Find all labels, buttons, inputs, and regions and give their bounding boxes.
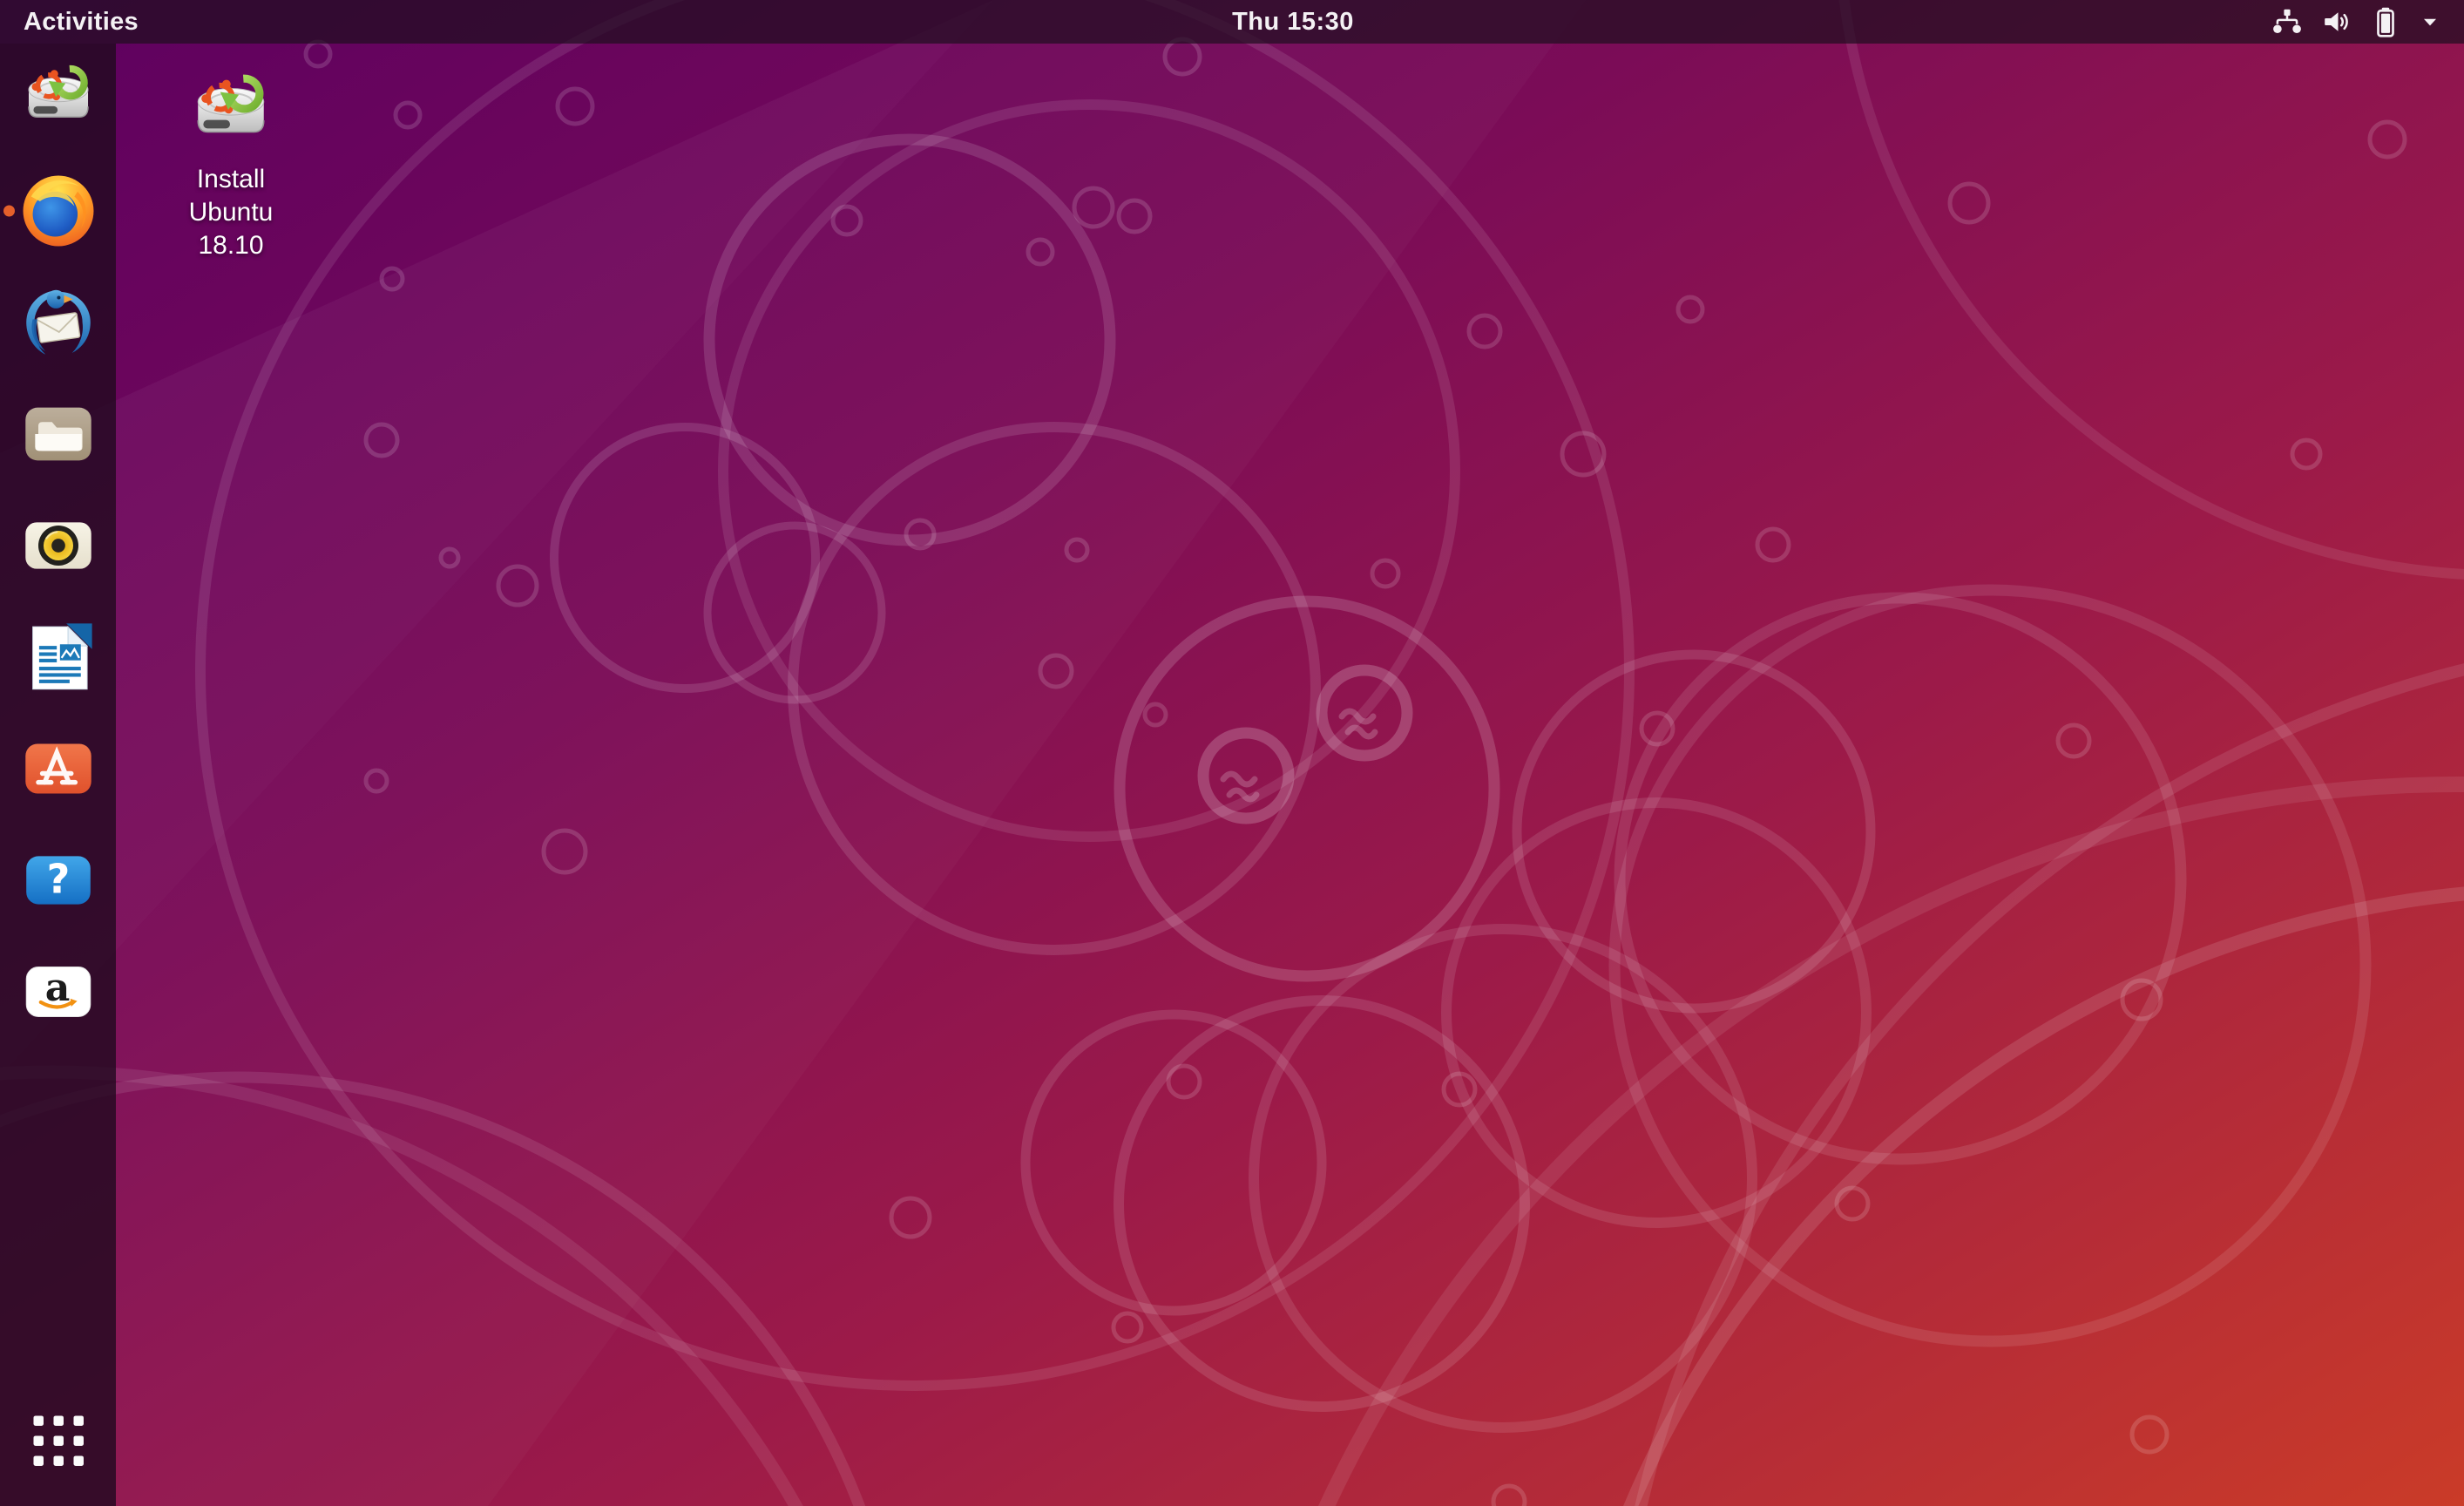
amazon-icon: [18, 952, 98, 1032]
activities-button[interactable]: Activities: [0, 0, 162, 44]
rhythmbox-icon: [24, 521, 92, 570]
dock-item-firefox[interactable]: [0, 155, 116, 267]
wired-network-icon[interactable]: [2271, 6, 2303, 37]
dock-item-rhythmbox[interactable]: [0, 490, 116, 601]
dock-item-amazon[interactable]: [0, 936, 116, 1048]
files-icon: [24, 407, 91, 461]
dock-item-ubuntu-software[interactable]: [0, 713, 116, 824]
dock: [0, 44, 116, 1506]
thunderbird-icon: [24, 288, 91, 356]
install-ubuntu-icon: [18, 59, 98, 139]
firefox-running-indicator: [3, 205, 15, 217]
desktop-icon-label-line2: Ubuntu: [188, 198, 274, 227]
battery-icon[interactable]: [2371, 4, 2400, 39]
dock-item-libreoffice-writer[interactable]: [0, 601, 116, 713]
install-ubuntu-icon: [186, 68, 275, 157]
dock-item-thunderbird[interactable]: [0, 267, 116, 378]
dock-item-install-ubuntu[interactable]: [0, 44, 116, 155]
clock-button[interactable]: Thu 15:30: [1232, 0, 1354, 44]
volume-icon[interactable]: [2321, 6, 2352, 37]
desktop-icon-label-line3: 18.10: [198, 231, 264, 260]
dropdown-arrow-icon[interactable]: [2419, 10, 2441, 33]
desktop-icon-label: Install Ubuntu 18.10: [189, 163, 274, 262]
wallpaper-cosmic-cuttlefish: [0, 0, 2464, 1506]
libreoffice-writer-icon: [30, 622, 93, 690]
dock-item-files[interactable]: [0, 378, 116, 490]
system-status-area[interactable]: [2271, 0, 2464, 44]
ubuntu-desktop: ? a Activities: [0, 0, 2464, 1506]
desktop-icon-label-line1: Install: [196, 165, 266, 193]
firefox-icon: [23, 175, 93, 247]
top-bar: Activities Thu 15:30: [0, 0, 2464, 44]
help-icon: [25, 855, 91, 905]
show-apps-grid-icon: [32, 1415, 84, 1466]
ubuntu-software-icon: [18, 729, 98, 809]
dock-item-help[interactable]: [0, 824, 116, 936]
desktop-icon-install-ubuntu[interactable]: Install Ubuntu 18.10: [170, 68, 292, 262]
show-applications-button[interactable]: [18, 1401, 98, 1481]
